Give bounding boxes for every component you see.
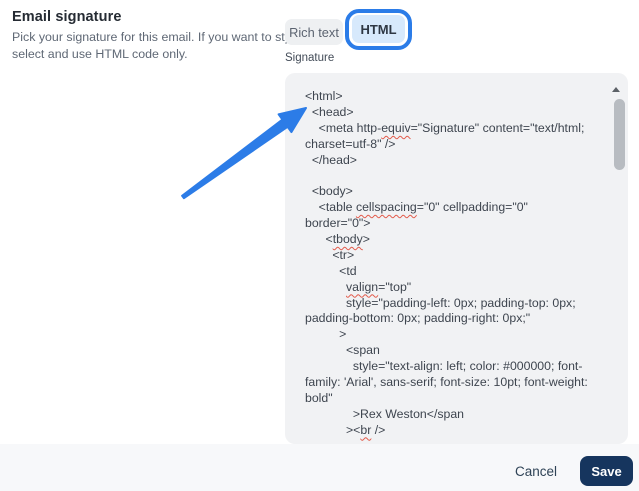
scroll-up-icon[interactable]: [612, 87, 620, 92]
signature-field-label: Signature: [285, 52, 334, 64]
code-line: family: 'Arial', sans-serif; font-size: …: [305, 375, 602, 391]
signature-code-editor[interactable]: <html> <head> <meta http-equiv="Signatur…: [285, 73, 628, 444]
code-line: ><br />: [305, 423, 602, 439]
code-line: <meta http-equiv="Signature" content="te…: [305, 121, 602, 137]
tab-rich-text[interactable]: Rich text: [285, 19, 343, 45]
signature-code-content: <html> <head> <meta http-equiv="Signatur…: [305, 89, 602, 439]
scrollbar-thumb[interactable]: [614, 99, 625, 170]
code-line: <table cellspacing="0" cellpadding="0": [305, 200, 602, 216]
code-line: <span: [305, 343, 602, 359]
code-line: >Rex Weston</span: [305, 407, 602, 423]
code-line: <body>: [305, 184, 602, 200]
code-line: style="padding-left: 0px; padding-top: 0…: [305, 296, 602, 312]
code-line: style="text-align: left; color: #000000;…: [305, 359, 602, 375]
panel-description: Pick your signature for this email. If y…: [12, 29, 314, 62]
code-line: border="0">: [305, 216, 602, 232]
code-line: <html>: [305, 89, 602, 105]
code-line: <td: [305, 264, 602, 280]
code-line: valign="top": [305, 280, 602, 296]
code-line: charset=utf-8" />: [305, 137, 602, 153]
email-signature-panel: Email signature Pick your signature for …: [0, 0, 639, 491]
page-title: Email signature: [12, 9, 121, 25]
panel-description-line: select and use HTML code only.: [12, 46, 314, 63]
tab-html[interactable]: HTML: [352, 15, 405, 43]
code-line: <head>: [305, 105, 602, 121]
code-line: bold": [305, 391, 602, 407]
code-line: <tr>: [305, 248, 602, 264]
code-line: padding-bottom: 0px; padding-right: 0px;…: [305, 311, 602, 327]
save-button[interactable]: Save: [580, 456, 633, 486]
code-line: >: [305, 327, 602, 343]
panel-description-line: Pick your signature for this email. If y…: [12, 29, 314, 46]
cancel-button[interactable]: Cancel: [505, 458, 567, 485]
code-line: [305, 168, 602, 184]
code-line: </head>: [305, 153, 602, 169]
code-line: <tbody>: [305, 232, 602, 248]
